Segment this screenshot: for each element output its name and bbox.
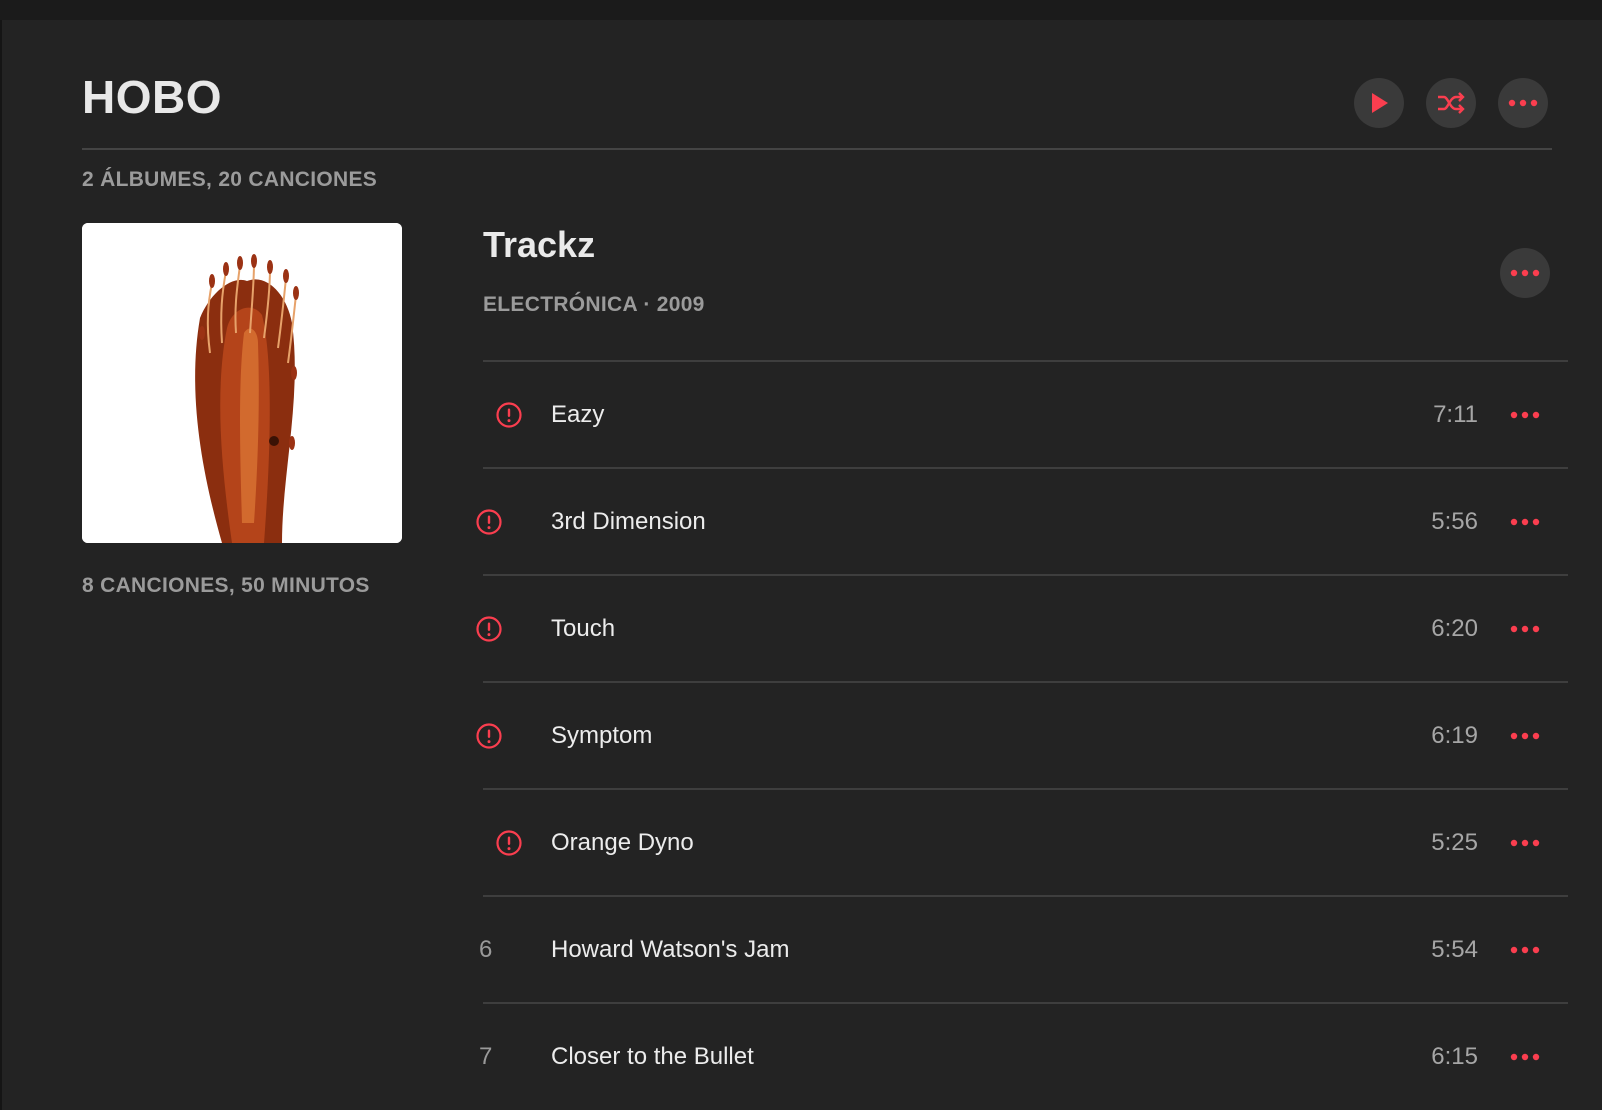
- track-more-button[interactable]: [1500, 362, 1550, 467]
- track-row[interactable]: Symptom 6:19: [476, 681, 1568, 788]
- track-row[interactable]: 3rd Dimension 5:56: [476, 467, 1568, 574]
- album-artwork[interactable]: [82, 223, 402, 543]
- track-number-cell: 6: [475, 897, 519, 1002]
- sidebar-edge: [0, 20, 2, 1110]
- more-icon: [1510, 518, 1540, 525]
- alert-circle-icon: [496, 829, 522, 856]
- alert-circle-icon: [496, 401, 522, 428]
- track-more-button[interactable]: [1500, 897, 1550, 1002]
- shuffle-icon: [1438, 92, 1465, 114]
- track-title: Orange Dyno: [551, 828, 694, 856]
- more-icon: [1510, 839, 1540, 846]
- play-button[interactable]: [1354, 78, 1404, 128]
- artist-title: HOBO: [82, 71, 222, 123]
- track-row[interactable]: Orange Dyno 5:25: [483, 788, 1568, 895]
- more-icon: [1508, 99, 1538, 107]
- more-icon: [1510, 1053, 1540, 1060]
- track-row[interactable]: Touch 6:20: [476, 574, 1568, 681]
- track-more-button[interactable]: [1500, 683, 1550, 788]
- more-icon: [1510, 732, 1540, 739]
- artist-actions: [1354, 78, 1548, 128]
- track-status: [475, 576, 519, 681]
- album-genre-year: ELECTRÓNICA · 2009: [483, 293, 705, 316]
- track-title: Closer to the Bullet: [551, 1042, 754, 1070]
- track-more-button[interactable]: [1500, 469, 1550, 574]
- track-duration: 7:11: [1433, 400, 1478, 428]
- track-status: [475, 683, 519, 788]
- alert-circle-icon: [476, 615, 502, 642]
- window-top-bar: [0, 0, 1602, 20]
- track-title: 3rd Dimension: [551, 507, 706, 535]
- more-icon: [1510, 269, 1540, 277]
- shuffle-button[interactable]: [1426, 78, 1476, 128]
- play-icon: [1372, 93, 1388, 113]
- track-duration: 5:25: [1431, 828, 1478, 856]
- track-row[interactable]: Eazy 7:11: [483, 360, 1568, 467]
- album-artwork-image: [82, 223, 402, 543]
- alert-circle-icon: [476, 722, 502, 749]
- track-row[interactable]: 6 Howard Watson's Jam 5:54: [479, 895, 1568, 1002]
- track-status: [475, 469, 519, 574]
- track-status: [495, 790, 539, 895]
- track-title: Eazy: [551, 400, 605, 428]
- track-duration: 6:20: [1431, 614, 1478, 642]
- artist-meta: 2 ÁLBUMES, 20 CANCIONES: [82, 168, 378, 191]
- track-duration: 6:19: [1431, 721, 1478, 749]
- track-more-button[interactable]: [1500, 1004, 1550, 1109]
- album-summary: 8 CANCIONES, 50 MINUTOS: [82, 574, 370, 597]
- track-list: Eazy 7:11 3rd Dimension 5:56 Touch 6:20 …: [476, 360, 1568, 1109]
- album-more-button[interactable]: [1500, 248, 1550, 298]
- album-title[interactable]: Trackz: [483, 224, 595, 266]
- more-icon: [1510, 411, 1540, 418]
- track-row[interactable]: 7 Closer to the Bullet 6:15: [479, 1002, 1568, 1109]
- track-title: Symptom: [551, 721, 653, 749]
- track-number-cell: 7: [475, 1004, 519, 1109]
- artist-more-button[interactable]: [1498, 78, 1548, 128]
- track-more-button[interactable]: [1500, 790, 1550, 895]
- track-title: Touch: [551, 614, 616, 642]
- track-status: [495, 362, 539, 467]
- track-title: Howard Watson's Jam: [551, 935, 790, 963]
- header-divider: [82, 148, 1552, 150]
- track-more-button[interactable]: [1500, 576, 1550, 681]
- track-number: 6: [479, 935, 493, 963]
- track-duration: 6:15: [1431, 1042, 1478, 1070]
- track-duration: 5:54: [1431, 935, 1478, 963]
- alert-circle-icon: [476, 508, 502, 535]
- more-icon: [1510, 625, 1540, 632]
- track-duration: 5:56: [1431, 507, 1478, 535]
- track-number: 7: [479, 1042, 493, 1070]
- more-icon: [1510, 946, 1540, 953]
